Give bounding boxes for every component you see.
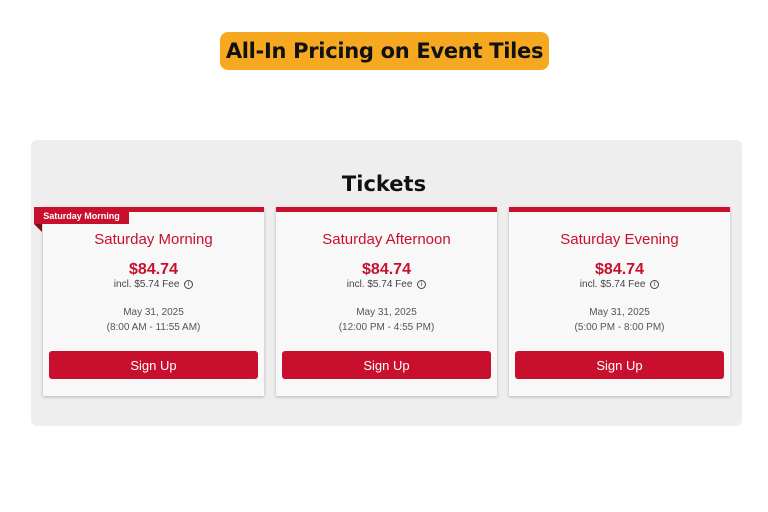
- sign-up-button[interactable]: Sign Up: [282, 351, 491, 379]
- headline-banner: All-In Pricing on Event Tiles: [220, 32, 549, 70]
- fee-text: incl. $5.74 Fee: [579, 279, 646, 290]
- card-time: (12:00 PM - 4:55 PM): [338, 322, 435, 333]
- tickets-title: Tickets: [341, 172, 427, 196]
- card-time: (5:00 PM - 8:00 PM): [574, 322, 665, 333]
- card-fee: incl. $5.74 Fee i: [43, 279, 264, 290]
- card-title: Saturday Morning: [94, 231, 213, 248]
- fee-text: incl. $5.74 Fee: [346, 279, 413, 290]
- ticket-card-saturday-evening: Saturday Evening $84.74 incl. $5.74 Fee …: [509, 207, 730, 396]
- card-fee: incl. $5.74 Fee i: [509, 279, 730, 290]
- info-icon[interactable]: i: [417, 279, 427, 289]
- card-date: May 31, 2025: [589, 307, 650, 318]
- card-price: $84.74: [362, 261, 411, 278]
- card-date: May 31, 2025: [356, 307, 417, 318]
- card-title: Saturday Afternoon: [322, 231, 451, 248]
- fee-text: incl. $5.74 Fee: [113, 279, 180, 290]
- ticket-card-saturday-afternoon: Saturday Afternoon $84.74 incl. $5.74 Fe…: [276, 207, 497, 396]
- sign-up-button[interactable]: Sign Up: [515, 351, 724, 379]
- card-title: Saturday Evening: [560, 231, 679, 248]
- ribbon-fold: [34, 224, 42, 232]
- ticket-card-saturday-morning: Saturday Morning $84.74 incl. $5.74 Fee …: [43, 207, 264, 396]
- card-price: $84.74: [595, 261, 644, 278]
- card-fee: incl. $5.74 Fee i: [276, 279, 497, 290]
- event-ribbon-badge: Saturday Morning: [34, 207, 129, 224]
- card-date: May 31, 2025: [123, 307, 184, 318]
- info-icon[interactable]: i: [184, 279, 194, 289]
- info-icon[interactable]: i: [650, 279, 660, 289]
- sign-up-button[interactable]: Sign Up: [49, 351, 258, 379]
- card-price: $84.74: [129, 261, 178, 278]
- card-time: (8:00 AM - 11:55 AM): [106, 322, 201, 333]
